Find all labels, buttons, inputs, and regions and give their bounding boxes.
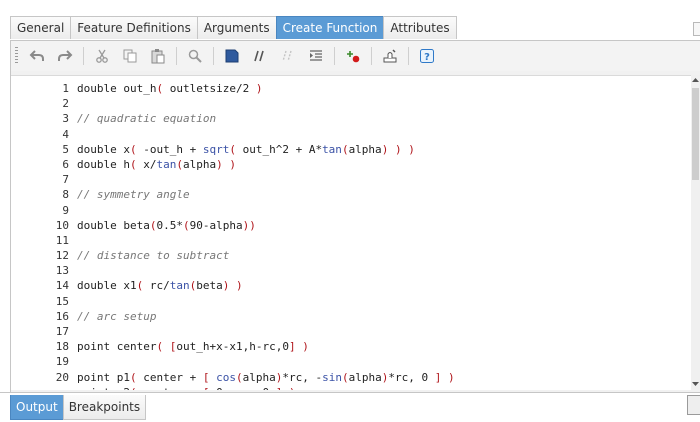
cut-icon[interactable] [91,45,113,67]
tab-general[interactable]: General [10,16,72,39]
uncomment-icon[interactable] [277,45,299,67]
redo-icon[interactable] [54,45,76,67]
comment-icon[interactable] [249,45,271,67]
code-text: point center( [out_h+x-x1,h-rc,0] ) [77,340,309,354]
toolbar-separator [176,47,177,65]
tab-arguments[interactable]: Arguments [196,16,277,39]
editor-toolbar: ? [11,41,700,71]
code-line[interactable]: 17 [11,324,691,339]
tab-create-function[interactable]: Create Function [275,16,385,39]
line-number[interactable]: 20 [29,370,69,385]
line-number[interactable]: 16 [29,309,69,324]
code-line[interactable]: 1 double out_h( outletsize/2 ) [11,81,691,96]
code-line[interactable]: 9 [11,203,691,218]
code-line[interactable]: 6 double h( x/tan(alpha) ) [11,157,691,172]
code-line[interactable]: 20 point p1( center + [ cos(alpha)*rc, -s… [11,370,691,385]
code-editor[interactable]: 1 double out_h( outletsize/2 ) 2 3 // quadra… [11,75,691,390]
line-number[interactable]: 8 [29,187,69,202]
toolbar-separator [408,47,409,65]
tab-attributes[interactable]: Attributes [383,16,457,39]
toolbar-separator [213,47,214,65]
bottom-tab-strip: Output Breakpoints [10,395,147,420]
line-number[interactable]: 17 [29,324,69,339]
line-number[interactable]: 10 [29,218,69,233]
code-text: // quadratic equation [77,112,217,126]
code-text: double x( -out_h + sqrt( out_h^2 + A*tan… [77,142,415,156]
line-number[interactable]: 9 [29,203,69,218]
toolbar-grip[interactable] [15,47,18,65]
code-text: point p2( center + [ 0, rc, 0 ] ) [77,385,296,390]
line-number[interactable]: 3 [29,111,69,126]
help-glyph: ? [424,52,430,63]
toolbar-separator [371,47,372,65]
code-line[interactable]: 12 // distance to subtract [11,248,691,263]
code-text: double x1( rc/tan(beta) ) [77,279,243,293]
line-number[interactable]: 2 [29,96,69,111]
code-line[interactable]: 7 [11,172,691,187]
code-line[interactable]: 19 [11,354,691,369]
toolbar-separator [334,47,335,65]
indent-icon[interactable] [305,45,327,67]
toolbar-separator [83,47,84,65]
tab-breakpoints[interactable]: Breakpoints [62,395,147,420]
pin-icon[interactable] [687,395,700,415]
bookmark-icon[interactable] [221,45,243,67]
line-number[interactable]: 1 [29,81,69,96]
code-line[interactable]: 8 // symmetry angle [11,187,691,202]
line-number[interactable]: 6 [29,157,69,172]
code-text: // symmetry angle [77,188,190,202]
code-line[interactable]: 5 double x( -out_h + sqrt( out_h^2 + A*ta… [11,142,691,157]
code-text: double h( x/tan(alpha) ) [77,157,236,171]
line-number[interactable]: 15 [29,294,69,309]
tab-strip: General Feature Definitions Arguments Cr… [10,16,457,40]
code-line[interactable]: 14 double x1( rc/tan(beta) ) [11,278,691,293]
code-line[interactable]: 16 // arc setup [11,309,691,324]
scroll-up-icon[interactable] [691,75,700,85]
bottom-tab-bar: Output Breakpoints [0,392,700,422]
vertical-scrollbar[interactable] [691,75,700,389]
line-number[interactable]: 11 [29,233,69,248]
tab-feature-definitions[interactable]: Feature Definitions [70,16,198,39]
copy-icon[interactable] [119,45,141,67]
line-number[interactable]: 19 [29,354,69,369]
code-line[interactable]: 3 // quadratic equation [11,111,691,126]
code-line[interactable]: 13 [11,263,691,278]
line-number[interactable]: 5 [29,142,69,157]
scrollbar-thumb[interactable] [692,88,699,180]
code-text: // distance to subtract [77,249,230,263]
help-icon[interactable]: ? [416,45,438,67]
code-line[interactable]: 11 [11,233,691,248]
code-line[interactable]: 4 [11,127,691,142]
code-text: point p1( center + [ cos(alpha)*rc, -sin… [77,370,455,384]
code-line[interactable]: 2 [11,96,691,111]
code-line[interactable]: 18 point center( [out_h+x-x1,h-rc,0] ) [11,339,691,354]
code-line[interactable]: 10 double beta(0.5*(90-alpha)) [11,218,691,233]
top-tab-bar: General Feature Definitions Arguments Cr… [0,0,700,40]
code-lines: 1 double out_h( outletsize/2 ) 2 3 // quadra… [11,81,691,390]
code-line-partial[interactable]: point p2( center + [ 0, rc, 0 ] ) [11,385,691,390]
line-number[interactable]: 4 [29,127,69,142]
paste-icon[interactable] [147,45,169,67]
stamp-icon[interactable] [379,45,401,67]
line-number[interactable]: 13 [29,263,69,278]
code-text: // arc setup [77,309,157,323]
insert-breakpoint-icon[interactable] [342,45,364,67]
line-number[interactable]: 14 [29,278,69,293]
code-line[interactable]: 15 [11,294,691,309]
find-icon[interactable] [184,45,206,67]
panel-corner-button[interactable] [693,22,700,36]
tab-output[interactable]: Output [10,395,64,420]
undo-icon[interactable] [26,45,48,67]
scroll-down-icon[interactable] [691,379,700,389]
line-number[interactable]: 18 [29,339,69,354]
code-text: double beta(0.5*(90-alpha)) [77,218,256,232]
line-number[interactable]: 7 [29,172,69,187]
line-number[interactable]: 12 [29,248,69,263]
code-text: double out_h( outletsize/2 ) [77,82,263,95]
